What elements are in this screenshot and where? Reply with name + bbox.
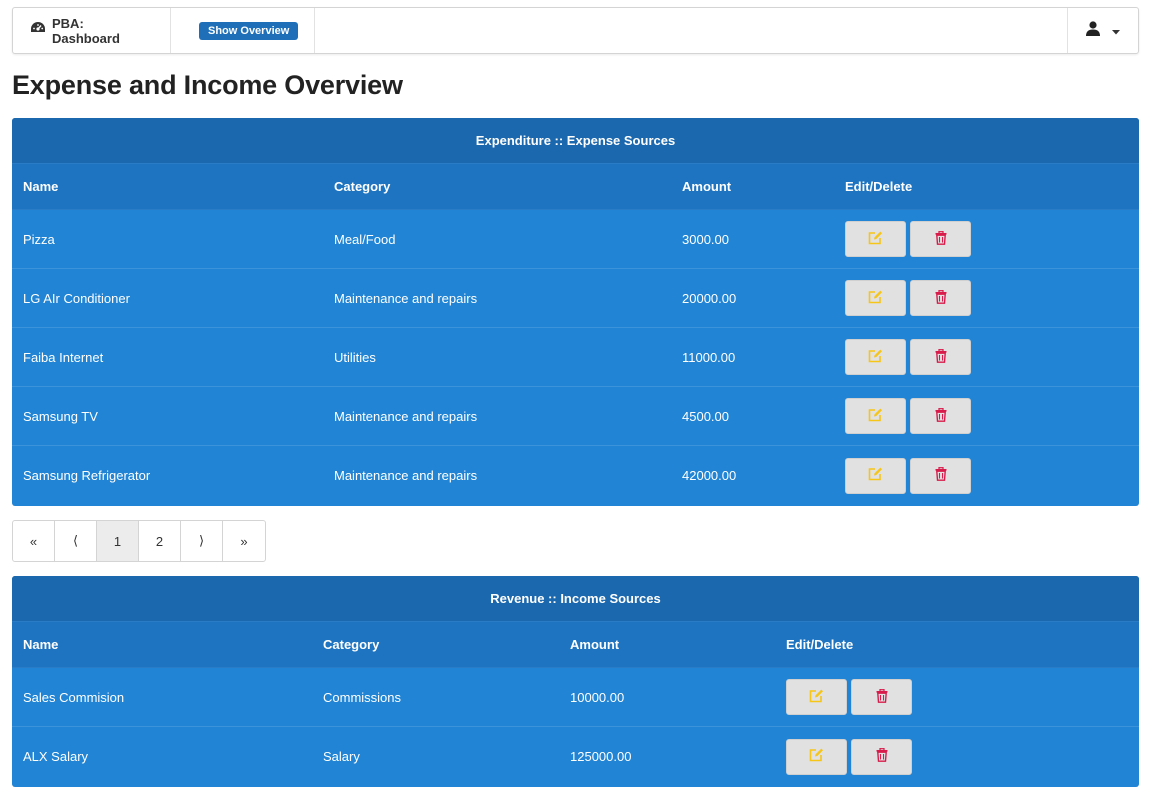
table-row: Pizza Meal/Food 3000.00: [12, 210, 1139, 269]
cell-amount: 20000.00: [682, 290, 737, 306]
row-actions: [834, 221, 971, 257]
edit-icon: [809, 689, 824, 706]
page-1[interactable]: 1: [97, 521, 139, 561]
edit-button[interactable]: [845, 457, 906, 494]
cell-category: Maintenance and repairs: [334, 468, 478, 483]
column-header-edit-delete: Edit/Delete: [786, 637, 854, 652]
column-header-category: Category: [334, 179, 391, 194]
row-actions: [775, 738, 912, 775]
page-2[interactable]: 2: [139, 521, 181, 561]
cell-category: Meal/Food: [334, 231, 396, 247]
trash-icon: [876, 747, 888, 765]
page-previous[interactable]: ⟨: [55, 521, 97, 561]
cell-category: Salary: [323, 749, 360, 764]
delete-button[interactable]: [910, 398, 971, 434]
row-actions: [834, 339, 971, 375]
trash-icon: [935, 407, 947, 425]
row-actions: [834, 280, 971, 316]
delete-button[interactable]: [910, 457, 971, 494]
cell-name: LG AIr Conditioner: [23, 290, 130, 306]
cell-category: Utilities: [334, 349, 376, 365]
navbar-spacer: [315, 8, 1067, 53]
edit-button[interactable]: [786, 679, 847, 715]
income-panel: Revenue :: Income Sources Name Category …: [12, 576, 1139, 787]
cell-amount: 3000.00: [682, 231, 729, 247]
table-row: LG AIr Conditioner Maintenance and repai…: [12, 269, 1139, 328]
trash-icon: [935, 289, 947, 307]
dashboard-icon: [30, 21, 46, 40]
edit-button[interactable]: [845, 280, 906, 316]
income-table-body: Sales Commision Commissions 10000.00 ALX…: [12, 668, 1139, 786]
edit-button[interactable]: [845, 398, 906, 434]
edit-button[interactable]: [845, 221, 906, 257]
expenses-panel: Expenditure :: Expense Sources Name Cate…: [12, 118, 1139, 506]
delete-button[interactable]: [910, 339, 971, 375]
edit-icon: [868, 349, 883, 366]
user-icon: [1086, 20, 1100, 41]
column-header-amount: Amount: [570, 637, 620, 652]
page-title: Expense and Income Overview: [12, 70, 403, 100]
edit-button[interactable]: [786, 738, 847, 775]
top-navbar: PBA: Dashboard Show Overview: [12, 7, 1139, 54]
expenses-table-header: Name Category Amount Edit/Delete: [12, 164, 1139, 210]
cell-name: Pizza: [23, 231, 55, 247]
row-actions: [834, 457, 971, 494]
trash-icon: [876, 688, 888, 706]
page-first[interactable]: «: [13, 521, 55, 561]
edit-icon: [868, 231, 883, 248]
cell-category: Commissions: [323, 689, 402, 705]
income-table-header: Name Category Amount Edit/Delete: [12, 622, 1139, 668]
navbar-brand[interactable]: PBA: Dashboard: [13, 8, 171, 53]
trash-icon: [935, 230, 947, 248]
edit-icon: [809, 748, 824, 765]
row-actions: [834, 398, 971, 434]
table-row: Samsung TV Maintenance and repairs 4500.…: [12, 387, 1139, 446]
delete-button[interactable]: [851, 679, 912, 715]
table-row: Faiba Internet Utilities 11000.00: [12, 328, 1139, 387]
cell-category: Maintenance and repairs: [334, 290, 478, 306]
cell-amount: 125000.00: [570, 749, 632, 764]
page-last[interactable]: »: [223, 521, 265, 561]
column-header-amount: Amount: [682, 179, 732, 194]
table-row: ALX Salary Salary 125000.00: [12, 727, 1139, 786]
column-header-name: Name: [23, 637, 59, 652]
trash-icon: [935, 466, 947, 484]
column-header-category: Category: [323, 637, 380, 652]
cell-amount: 4500.00: [682, 408, 729, 424]
table-row: Samsung Refrigerator Maintenance and rep…: [12, 446, 1139, 505]
row-actions: [775, 679, 912, 715]
trash-icon: [935, 348, 947, 366]
page-next[interactable]: ⟩: [181, 521, 223, 561]
cell-name: Samsung Refrigerator: [23, 468, 151, 483]
brand-title: PBA: Dashboard: [52, 15, 120, 46]
table-row: Sales Commision Commissions 10000.00: [12, 668, 1139, 727]
column-header-edit-delete: Edit/Delete: [845, 179, 913, 194]
expenses-panel-title: Expenditure :: Expense Sources: [12, 118, 1139, 164]
cell-amount: 10000.00: [570, 689, 625, 705]
cell-amount: 11000.00: [682, 349, 736, 365]
show-overview-button[interactable]: Show Overview: [199, 21, 299, 40]
delete-button[interactable]: [910, 280, 971, 316]
user-menu-toggle[interactable]: [1067, 8, 1138, 53]
cell-name: Faiba Internet: [23, 349, 104, 365]
delete-button[interactable]: [851, 738, 912, 775]
nav-overview-item: Show Overview: [171, 8, 316, 53]
delete-button[interactable]: [910, 221, 971, 257]
column-header-name: Name: [23, 179, 59, 194]
edit-icon: [868, 290, 883, 307]
cell-amount: 42000.00: [682, 468, 737, 483]
cell-name: ALX Salary: [23, 749, 89, 764]
edit-button[interactable]: [845, 339, 906, 375]
edit-icon: [868, 467, 883, 484]
cell-name: Sales Commision: [23, 689, 125, 705]
income-panel-title: Revenue :: Income Sources: [12, 576, 1139, 622]
cell-name: Samsung TV: [23, 408, 98, 424]
pagination: « ⟨ 1 2 ⟩ »: [12, 520, 266, 562]
edit-icon: [868, 408, 883, 425]
caret-down-icon: [1112, 22, 1120, 40]
expenses-table-body: Pizza Meal/Food 3000.00 LG AIr Condition…: [12, 210, 1139, 505]
cell-category: Maintenance and repairs: [334, 408, 478, 424]
